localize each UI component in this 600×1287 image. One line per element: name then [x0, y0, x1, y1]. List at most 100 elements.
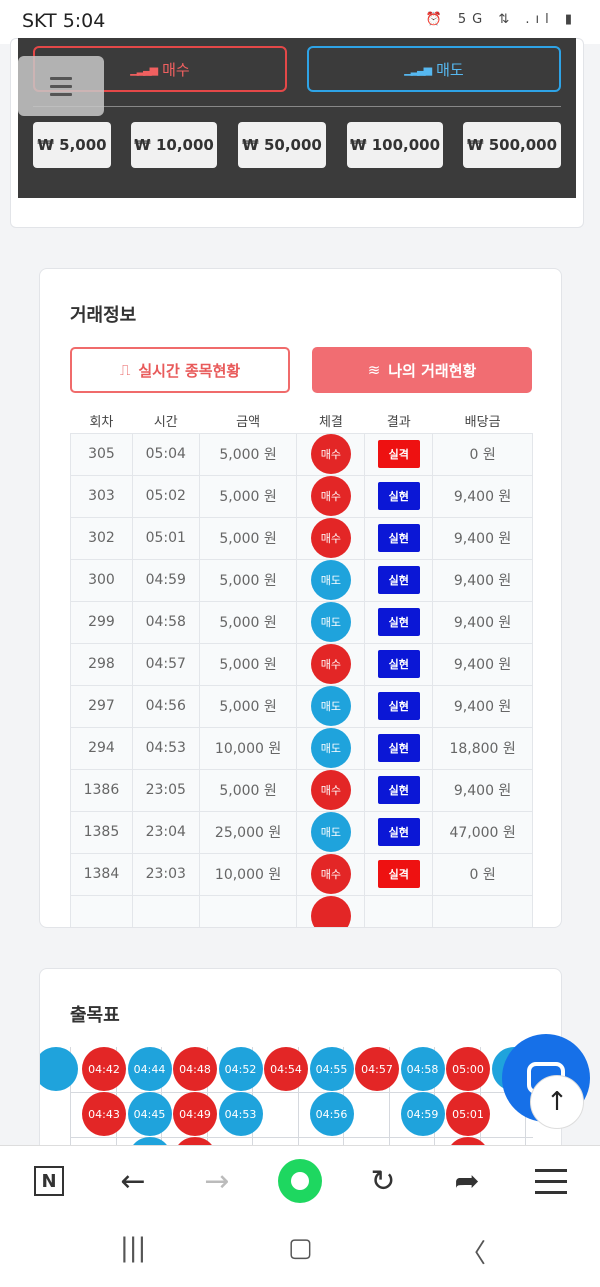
refresh-icon[interactable]: ↻ — [366, 1164, 400, 1199]
cell-amount: 25,000 원 — [198, 810, 298, 854]
green-home-icon[interactable] — [278, 1159, 322, 1203]
cell-result: 실현 — [364, 642, 434, 686]
cell-side: 매도 — [296, 810, 366, 854]
col-side: 체결 — [318, 415, 343, 431]
cell-time: 05:02 — [131, 474, 200, 518]
cell-amount: 5,000 원 — [198, 684, 298, 728]
cell-result: 실격 — [364, 432, 434, 476]
cell-amount: 5,000 원 — [198, 600, 298, 644]
chulmok-cell: 04:58 — [400, 1047, 445, 1091]
recent-apps-icon[interactable]: ||| — [120, 1233, 146, 1263]
cell-amount: 5,000 원 — [198, 474, 298, 518]
naver-home-button[interactable]: N — [32, 1164, 66, 1198]
chulmok-cell-partial — [40, 1047, 78, 1091]
share-icon[interactable]: ➦ — [450, 1164, 484, 1199]
result-badge: 실격 — [377, 860, 420, 888]
result-badge: 실현 — [377, 650, 420, 678]
result-badge: 실격 — [377, 440, 420, 468]
sell-label: 매도 — [436, 60, 464, 79]
hamburger-menu-icon[interactable] — [18, 56, 104, 116]
cell-time: 23:04 — [131, 810, 200, 854]
scroll-top-button[interactable]: ↑ — [530, 1075, 584, 1129]
cell-time: 04:53 — [131, 726, 200, 770]
amount-button-5000[interactable]: ₩ 5,000 — [33, 122, 111, 168]
cell-side: 매수 — [296, 432, 366, 476]
side-badge: 매도 — [310, 728, 351, 768]
cell-amount: 10,000 원 — [198, 726, 298, 770]
table-row: 303 05:02 5,000 원 매수 실현 9,400 원 — [70, 474, 533, 518]
result-badge: 실현 — [377, 524, 420, 552]
cell-payout: 9,400 원 — [432, 642, 533, 686]
amount-button-100000[interactable]: ₩ 100,000 — [347, 122, 443, 168]
cell-result: 실현 — [364, 558, 434, 602]
side-badge: 매수 — [310, 770, 351, 810]
trade-history-body: 305 05:04 5,000 원 매수 실격 0 원 303 05:02 5,000 원 매수 실… — [70, 432, 533, 927]
cell-result: 실현 — [364, 600, 434, 644]
tab-live-status[interactable]: ⎍ 실시간 종목현황 — [70, 347, 290, 393]
amount-button-50000[interactable]: ₩ 50,000 — [238, 122, 326, 168]
side-badge: 매도 — [310, 812, 351, 852]
cell-result: 실현 — [364, 726, 434, 770]
cell-round: 1385 — [70, 810, 133, 854]
cell-amount: 10,000 원 — [198, 852, 298, 896]
cell-result: 실현 — [364, 768, 434, 812]
col-payout: 배당금 — [464, 415, 501, 431]
result-badge: 실현 — [377, 734, 420, 762]
cell-amount: 5,000 원 — [198, 558, 298, 602]
trade-info-title: 거래정보 — [70, 305, 137, 326]
cell-payout: 47,000 원 — [432, 810, 533, 854]
trade-history-table: 회차 시간 금액 체결 결과 배당금 305 05:04 5,000 원 매수 실격 0 … — [70, 409, 533, 927]
trade-info-card: 거래정보 ⎍ 실시간 종목현황 ≋ 나의 거래현황 회차 시간 금액 체결 결과… — [39, 268, 562, 928]
cell-side: 매도 — [296, 600, 366, 644]
naver-n-icon: N — [34, 1166, 64, 1196]
chulmok-cell: 04:59 — [400, 1092, 445, 1136]
cell-side: 매수 — [296, 516, 366, 560]
browser-menu-icon[interactable] — [534, 1164, 568, 1198]
chulmok-cell: 04:44 — [127, 1047, 172, 1091]
back-arrow-icon[interactable]: ← — [116, 1164, 150, 1199]
cell-payout: 9,400 원 — [432, 474, 533, 518]
cell-time: 05:01 — [131, 516, 200, 560]
cell-payout: 18,800 원 — [432, 726, 533, 770]
cell-payout: 9,400 원 — [432, 516, 533, 560]
tab-live-label: 실시간 종목현황 — [138, 361, 241, 380]
side-badge: 매도 — [310, 560, 351, 600]
amount-button-500000[interactable]: ₩ 500,000 — [463, 122, 561, 168]
tab-my-trades[interactable]: ≋ 나의 거래현황 — [312, 347, 532, 393]
result-badge: 실현 — [377, 608, 420, 636]
cell-result: 실현 — [364, 810, 434, 854]
browser-toolbar: N ← → ↻ ➦ — [0, 1145, 600, 1215]
col-result: 결과 — [386, 415, 411, 431]
home-square-icon[interactable]: ▢ — [288, 1233, 313, 1263]
system-back-icon[interactable]: 〈 — [460, 1233, 486, 1270]
cell-round: 303 — [70, 474, 133, 518]
table-header-row: 회차 시간 금액 체결 결과 배당금 — [71, 409, 533, 433]
chulmok-cell: 04:52 — [218, 1047, 263, 1091]
col-amount: 금액 — [236, 415, 261, 431]
table-row: 299 04:58 5,000 원 매도 실현 9,400 원 — [70, 600, 533, 644]
arrow-up-icon: ↑ — [546, 1087, 568, 1117]
table-row: 298 04:57 5,000 원 매수 실현 9,400 원 — [70, 642, 533, 686]
cell-round: 305 — [70, 432, 133, 476]
cell-payout: 9,400 원 — [432, 558, 533, 602]
chulmok-cell: 04:55 — [309, 1047, 354, 1091]
table-row: 300 04:59 5,000 원 매도 실현 9,400 원 — [70, 558, 533, 602]
cell-round: 299 — [70, 600, 133, 644]
cell-result: 실격 — [364, 852, 434, 896]
chulmok-cell: 04:49 — [173, 1092, 217, 1136]
chulmok-cell: 04:54 — [264, 1047, 308, 1091]
sell-button[interactable]: ▁▂▃▅ 매도 — [307, 46, 561, 92]
cell-payout: 0 원 — [432, 852, 533, 896]
cell-payout: 0 원 — [432, 432, 533, 476]
chulmok-cell: 04:43 — [82, 1092, 126, 1136]
cell-round: 297 — [70, 684, 133, 728]
forward-arrow-icon[interactable]: → — [200, 1164, 234, 1199]
side-badge: 매수 — [310, 476, 351, 516]
cell-time: 04:58 — [131, 600, 200, 644]
chulmok-cell: 04:45 — [127, 1092, 172, 1136]
table-row: 297 04:56 5,000 원 매도 실현 9,400 원 — [70, 684, 533, 728]
table-row: 305 05:04 5,000 원 매수 실격 0 원 — [70, 432, 533, 476]
amount-button-10000[interactable]: ₩ 10,000 — [131, 122, 217, 168]
col-round: 회차 — [89, 415, 114, 431]
cell-time: 04:56 — [131, 684, 200, 728]
